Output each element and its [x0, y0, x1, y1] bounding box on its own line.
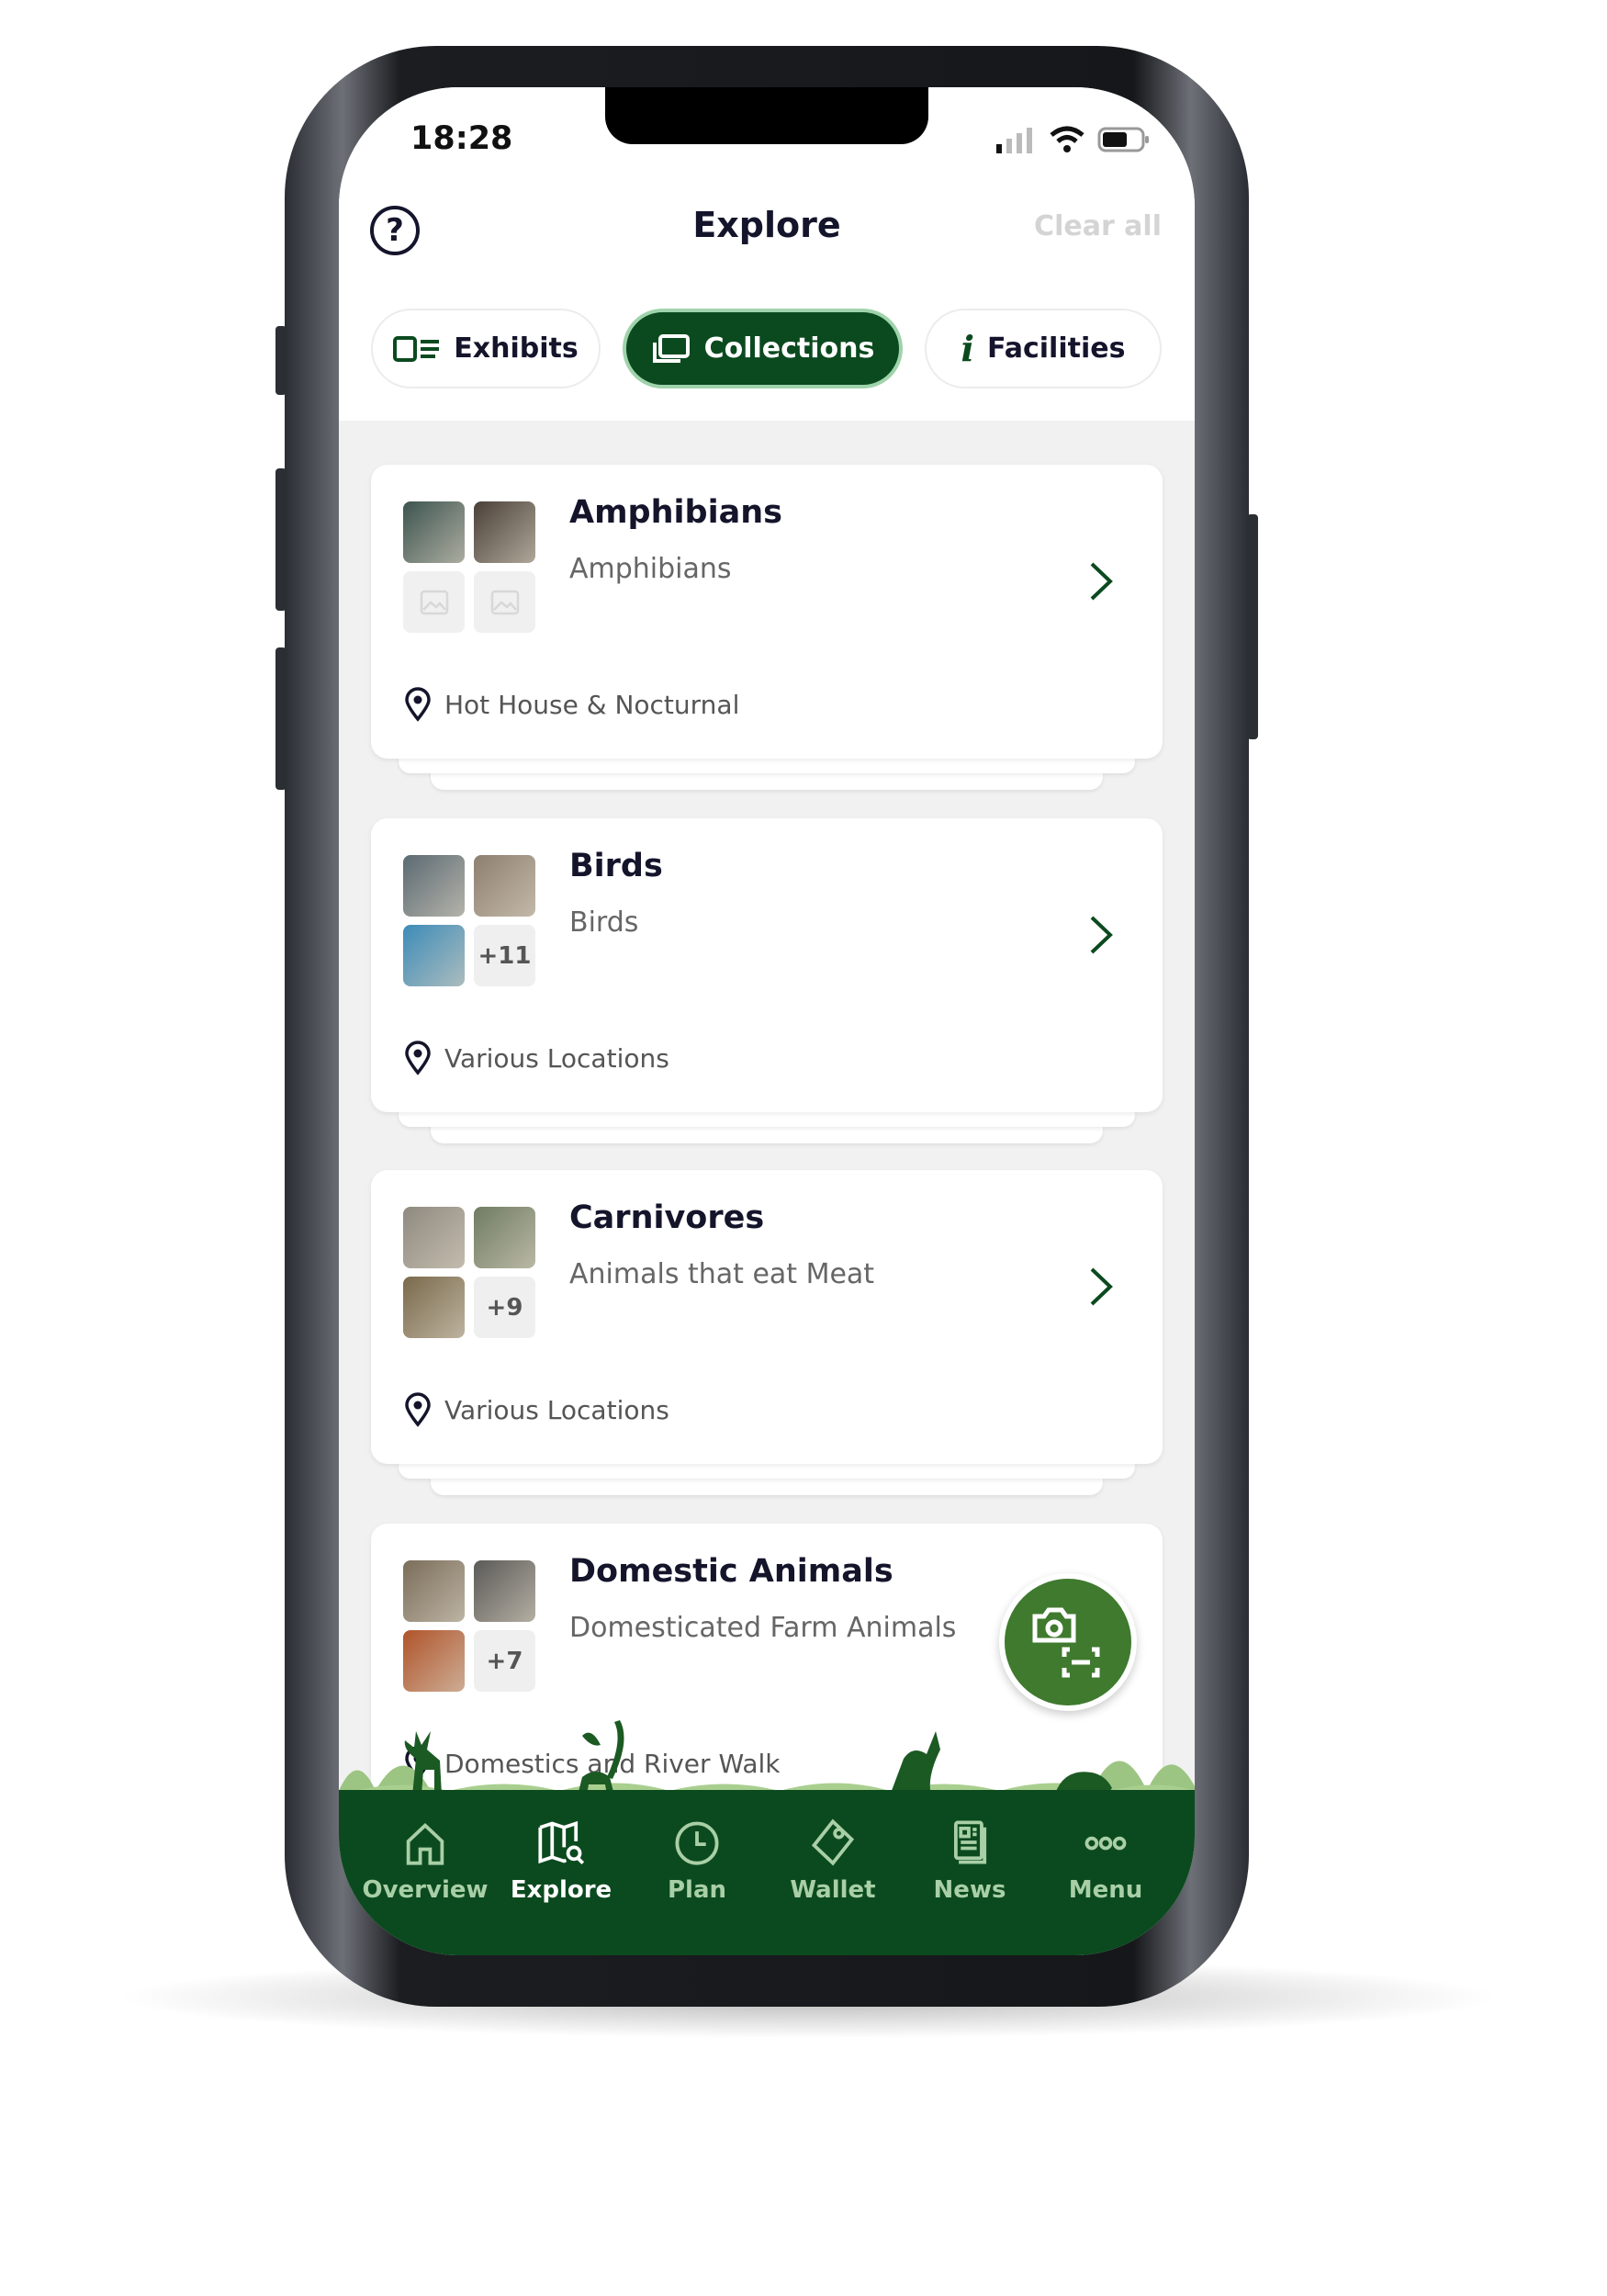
- collection-thumbnail: [403, 925, 465, 986]
- list-icon: [393, 335, 440, 362]
- card-body[interactable]: +9 Carnivores Animals that eat Meat Vari…: [371, 1170, 1163, 1464]
- chevron-right-icon[interactable]: [1087, 914, 1115, 956]
- more-count-badge: +11: [474, 925, 535, 986]
- clock-icon: [675, 1821, 719, 1865]
- tab-label: Collections: [703, 332, 875, 365]
- tab-label: Exhibits: [454, 332, 579, 365]
- location-pin-icon: [405, 1392, 431, 1427]
- more-icon: [1084, 1836, 1127, 1851]
- wifi-icon: [1050, 126, 1084, 152]
- collection-thumbnail: [403, 1207, 465, 1268]
- collection-subtitle: Animals that eat Meat: [569, 1258, 875, 1290]
- status-time: 18:28: [410, 120, 513, 157]
- bottom-nav: Overview Explore Plan Wallet News Menu: [339, 1790, 1195, 1955]
- collection-subtitle: Birds: [569, 906, 639, 939]
- news-icon: [953, 1820, 987, 1864]
- nav-label: Wallet: [790, 1876, 876, 1904]
- map-search-icon: [538, 1820, 585, 1865]
- nav-item-plan[interactable]: Plan: [633, 1818, 761, 1904]
- nav-label: Overview: [362, 1876, 489, 1904]
- collection-title: Birds: [569, 848, 663, 884]
- location-text: Hot House & Nocturnal: [444, 689, 740, 720]
- more-count-badge: +7: [474, 1630, 535, 1692]
- signal-icon: [996, 128, 1032, 153]
- card-body[interactable]: +11 Birds Birds Various Locations: [371, 818, 1163, 1112]
- notch: [605, 87, 928, 144]
- camera-scan-icon: [1032, 1607, 1100, 1678]
- side-button: [275, 647, 287, 790]
- collection-title: Domestic Animals: [569, 1553, 893, 1590]
- collection-subtitle: Domesticated Farm Animals: [569, 1612, 957, 1644]
- chevron-right-icon[interactable]: [1087, 1266, 1115, 1308]
- collection-title: Carnivores: [569, 1199, 765, 1236]
- collection-title: Amphibians: [569, 494, 782, 531]
- collection-location: Various Locations: [404, 1041, 669, 1075]
- scan-button[interactable]: [999, 1573, 1137, 1711]
- collection-thumbnail: [474, 501, 535, 563]
- more-count-badge: +9: [474, 1277, 535, 1338]
- nav-item-wallet[interactable]: Wallet: [769, 1818, 897, 1904]
- location-text: Various Locations: [444, 1394, 669, 1425]
- chevron-right-icon[interactable]: [1087, 560, 1115, 602]
- nav-item-explore[interactable]: Explore: [497, 1818, 625, 1904]
- card-body[interactable]: Amphibians Amphibians Hot House & Noctur…: [371, 465, 1163, 759]
- nav-item-news[interactable]: News: [905, 1818, 1034, 1904]
- app-screen: 18:28 ? Explore Clear all Exhibits Colle…: [339, 87, 1195, 1955]
- collection-thumbnail: [403, 501, 465, 563]
- location-pin-icon: [405, 1041, 431, 1075]
- collection-thumbnail: [403, 1630, 465, 1692]
- collection-thumbnail: [403, 1277, 465, 1338]
- collection-thumbnail: [474, 855, 535, 917]
- collection-thumbnail: [403, 855, 465, 917]
- image-placeholder-icon: [403, 571, 465, 633]
- nav-label: Plan: [667, 1876, 727, 1904]
- battery-icon: [1097, 127, 1149, 152]
- nav-item-menu[interactable]: Menu: [1041, 1818, 1170, 1904]
- side-button: [275, 326, 287, 395]
- side-button: [1247, 514, 1258, 739]
- tab-label: Facilities: [986, 332, 1126, 365]
- collection-location: Hot House & Nocturnal: [404, 687, 739, 722]
- tab-exhibits[interactable]: Exhibits: [371, 309, 601, 388]
- clear-all-button[interactable]: Clear all: [1034, 210, 1162, 242]
- wallet-icon: [811, 1818, 855, 1866]
- collection-location: Various Locations: [404, 1392, 669, 1427]
- collections-icon: [652, 333, 690, 363]
- collection-thumbnail: [403, 1560, 465, 1622]
- location-pin-icon: [405, 687, 431, 722]
- nav-item-overview[interactable]: Overview: [361, 1818, 489, 1904]
- nav-label: Explore: [510, 1876, 612, 1904]
- status-icons: [996, 126, 1151, 153]
- info-icon: i: [961, 328, 974, 369]
- collection-subtitle: Amphibians: [569, 553, 732, 585]
- home-icon: [406, 1823, 444, 1865]
- side-button: [275, 468, 287, 611]
- image-placeholder-icon: [474, 571, 535, 633]
- nav-label: News: [933, 1876, 1006, 1904]
- collection-thumbnail: [474, 1560, 535, 1622]
- location-text: Various Locations: [444, 1042, 669, 1074]
- collection-thumbnail: [474, 1207, 535, 1268]
- tab-facilities[interactable]: i Facilities: [925, 309, 1162, 388]
- nav-label: Menu: [1068, 1876, 1143, 1904]
- animal-silhouettes-decoration: [339, 1720, 1195, 1795]
- tab-collections[interactable]: Collections: [623, 309, 903, 388]
